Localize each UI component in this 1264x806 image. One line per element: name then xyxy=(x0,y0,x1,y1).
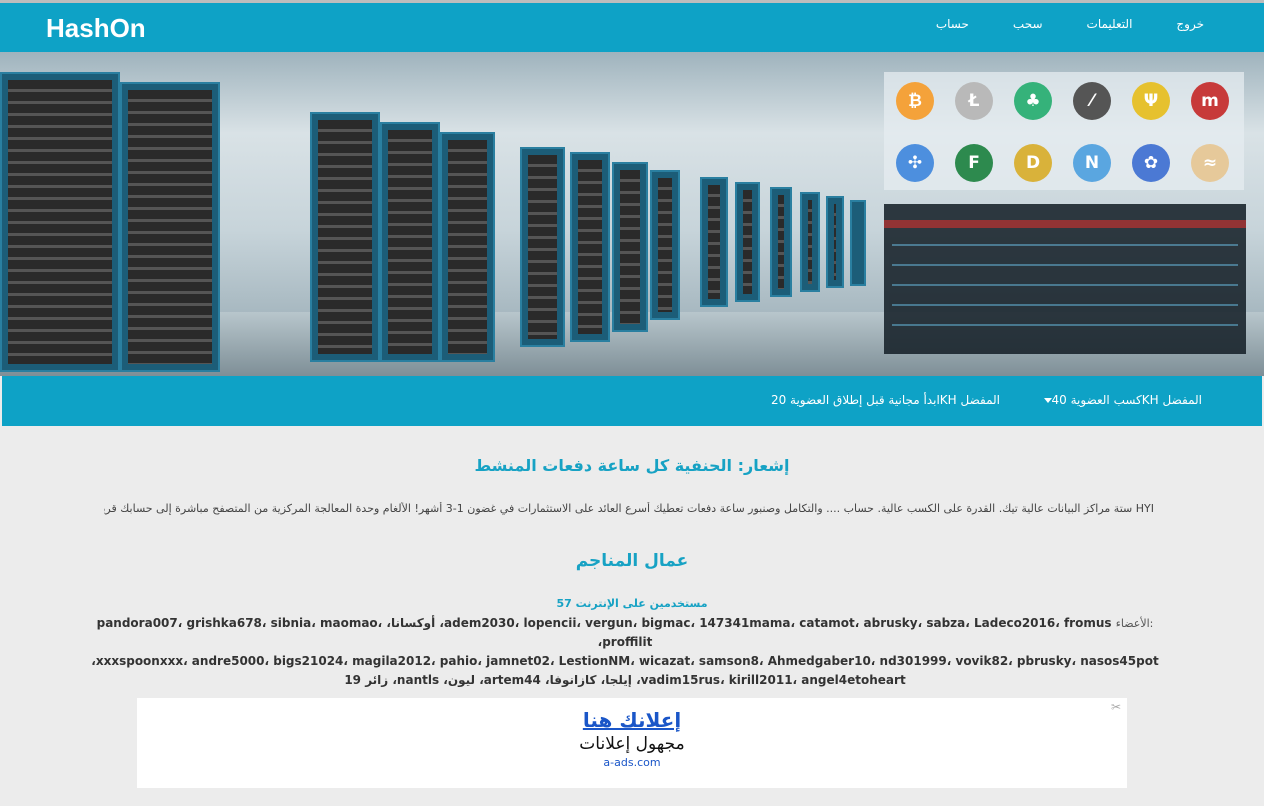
server-rack-shelves xyxy=(578,160,602,334)
server-rack xyxy=(570,152,610,342)
m-coin-icon: m xyxy=(1191,82,1229,120)
online-users-count: مستخدمين على الإنترنت 57 xyxy=(556,597,708,610)
server-rack xyxy=(310,112,380,362)
server-rack xyxy=(800,192,820,292)
server-rack xyxy=(440,132,495,362)
notice-title: إشعار: الحنفية كل ساعة دفعات المنشط xyxy=(474,456,790,475)
server-rack-shelves xyxy=(388,130,432,354)
server-rack xyxy=(770,187,792,297)
main-nav: خروج التعليمات سحب حساب xyxy=(936,17,1204,31)
server-rack xyxy=(735,182,760,302)
sword-coin-icon: ⁄ xyxy=(1073,82,1111,120)
trading-screen-row xyxy=(892,244,1238,246)
trading-screen-row xyxy=(892,324,1238,326)
server-rack xyxy=(520,147,565,347)
members-label: :الأعضاء xyxy=(1115,617,1154,630)
trading-screen-row xyxy=(892,304,1238,306)
members-line: :الأعضاء adem2030، lopencii، vergun، big… xyxy=(80,614,1170,652)
membership-dropdown[interactable]: المفضل KHكسب العضوية 40 xyxy=(1038,393,1203,407)
server-rack xyxy=(826,196,844,288)
miners-title: عمال المناجم xyxy=(575,551,689,571)
ad-title-link[interactable]: إعلانك هنا xyxy=(137,708,1127,732)
crypto-coins-panel: ₿ Ł ♣ ⁄ Ψm ✣ F D N ✿ ≈ xyxy=(884,72,1244,190)
members-list: :الأعضاء adem2030، lopencii، vergun، big… xyxy=(80,614,1170,690)
ad-subtitle: مجهول إعلانات xyxy=(579,734,685,754)
ad-url-link[interactable]: a-ads.com xyxy=(137,756,1127,769)
members-names: adem2030، lopencii، vergun، bigmac، 1473… xyxy=(96,616,1112,649)
server-rack xyxy=(650,170,680,320)
atom-coin-icon: ✿ xyxy=(1132,144,1170,182)
ad-close-icon[interactable]: ✂ xyxy=(1111,700,1121,714)
dogecoin-icon: D xyxy=(1014,144,1052,182)
server-rack-shelves xyxy=(128,90,212,364)
nav-withdraw[interactable]: سحب xyxy=(1013,17,1043,31)
ripple-icon: ✣ xyxy=(896,144,934,182)
server-rack-shelves xyxy=(318,120,372,354)
page: HashOn خروج التعليمات سحب حساب ₿ Ł ♣ ⁄ Ψm ✣ F D… xyxy=(0,0,1264,806)
nav-instructions[interactable]: التعليمات xyxy=(1087,17,1133,31)
litecoin-icon: Ł xyxy=(955,82,993,120)
members-line: xxxspoonxxx، andre5000، bigs21024، magil… xyxy=(91,654,1159,668)
nav-account[interactable]: حساب xyxy=(936,17,969,31)
bitcoin-icon: ₿ xyxy=(896,82,934,120)
top-navbar: HashOn خروج التعليمات سحب حساب xyxy=(0,0,1264,52)
free-membership-link[interactable]: المفضل KHابدأ مجانية قبل إطلاق العضوية 2… xyxy=(771,393,1000,407)
server-rack xyxy=(700,177,728,307)
server-rack-shelves xyxy=(448,140,487,354)
psi-coin-icon: Ψ xyxy=(1132,82,1170,120)
caret-down-icon xyxy=(1043,398,1052,403)
server-rack-shelves xyxy=(8,80,112,364)
server-rack xyxy=(612,162,648,332)
free-membership-label: المفضل KHابدأ مجانية قبل إطلاق العضوية 2… xyxy=(770,393,1000,407)
notice-text: HYI ستة مراكز البيانات عالية تيك. القدرة… xyxy=(104,502,1154,515)
server-rack xyxy=(0,72,120,372)
membership-dropdown-label: المفضل KHكسب العضوية 40 xyxy=(1051,393,1203,407)
server-rack xyxy=(380,122,440,362)
server-rack-shelves xyxy=(834,204,836,280)
server-rack-shelves xyxy=(658,178,672,312)
trading-screen-row xyxy=(892,284,1238,286)
membership-bar: المفضل KHكسب العضوية 40 المفضل KHابدأ مج… xyxy=(2,376,1262,426)
nav-logout[interactable]: خروج xyxy=(1176,17,1204,31)
wave-coin-icon: ≈ xyxy=(1191,144,1229,182)
server-rack-shelves xyxy=(743,190,752,294)
ad-banner[interactable]: ✂ إعلانك هنا مجهول إعلانات a-ads.com xyxy=(137,698,1127,788)
server-rack-shelves xyxy=(528,155,557,339)
members-line: vadim15rus، kirill2011، angel4etoheart، … xyxy=(344,673,906,687)
server-rack xyxy=(850,200,866,286)
server-rack-shelves xyxy=(808,200,812,284)
trading-screen-row xyxy=(892,264,1238,266)
trading-screen xyxy=(884,204,1246,354)
leaf-coin-icon: ♣ xyxy=(1014,82,1052,120)
f-coin-icon: F xyxy=(955,144,993,182)
hero-banner-image: ₿ Ł ♣ ⁄ Ψm ✣ F D N ✿ ≈ xyxy=(0,52,1264,376)
server-rack-shelves xyxy=(708,185,720,299)
brand-logo[interactable]: HashOn xyxy=(46,13,146,44)
server-rack xyxy=(120,82,220,372)
n-coin-icon: N xyxy=(1073,144,1111,182)
trading-screen-header xyxy=(884,220,1246,228)
server-rack-shelves xyxy=(778,195,784,289)
server-rack-shelves xyxy=(620,170,640,324)
